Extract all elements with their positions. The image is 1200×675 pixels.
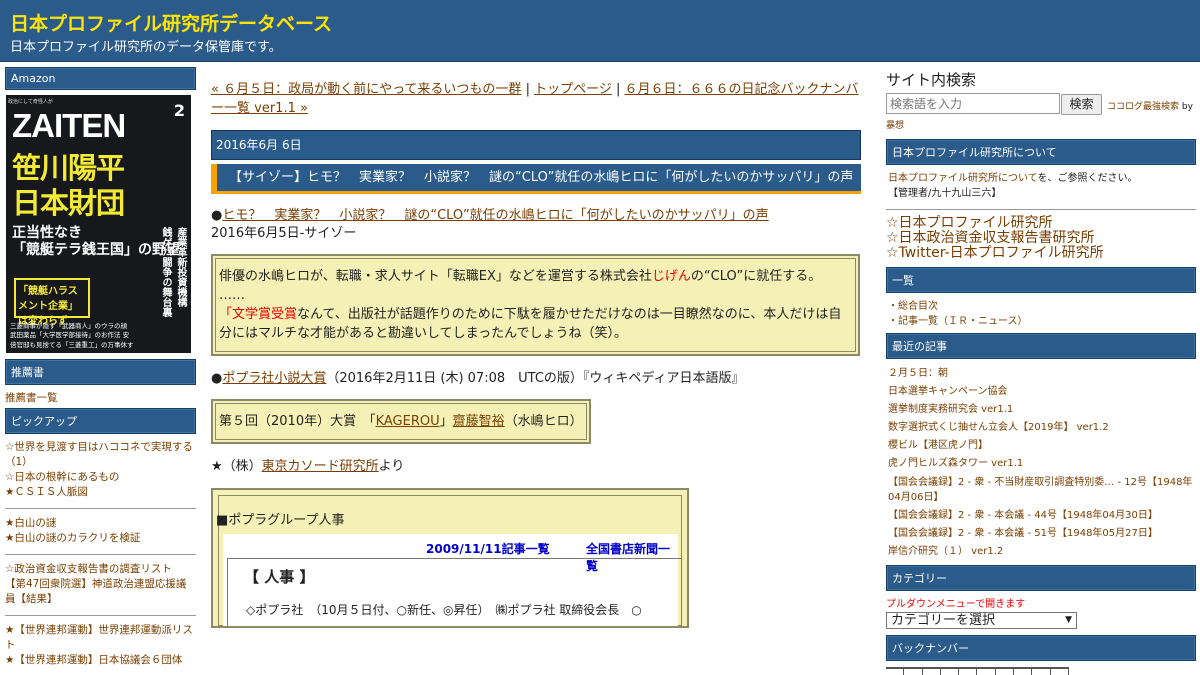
search-form: 検索 ココログ最強検索 by: [886, 93, 1196, 115]
pickup-list: ☆世界を見渡す目はハココネで実現する（1） ☆日本の根幹にあるもの ★ＣＳＩＳ人…: [5, 434, 196, 502]
list-item[interactable]: 岸信介研究（１） ver1.2: [888, 543, 1194, 561]
pickup-list-4: ★【世界連邦運動】世界連邦運動派リスト ★【世界連邦運動】日本協議会６団体: [5, 623, 196, 670]
list-item[interactable]: 【国会会議録】2 - 衆 - 本会議 - 44号【1948年04月30日】: [888, 507, 1194, 525]
backnumber-calendar: [886, 667, 1069, 675]
political-funds-link[interactable]: ☆日本政治資金収支報告書研究所: [886, 230, 1095, 246]
pickup-heading: ピックアップ: [5, 408, 196, 434]
top-page-link[interactable]: トップページ: [534, 82, 612, 97]
about-heading: 日本プロファイル研究所について: [886, 139, 1196, 165]
list-item[interactable]: 【国会会議録】2 - 衆 - 本会議 - 51号【1948年05月27日】: [888, 525, 1194, 543]
list-item[interactable]: ・記事一覧（ＩＲ・ニュース）: [888, 314, 1194, 329]
divider: [886, 209, 1196, 210]
backnumber-heading: バックナンバー: [886, 635, 1196, 661]
pickup-list-3: ☆政治資金収支報告書の調査リスト 【第47回衆院選】神道政治連盟応援議員【結果】: [5, 562, 196, 609]
article-source: 2016年6月5日-サイゾー: [211, 226, 357, 241]
source-line: ★（株）東京カソード研究所より: [211, 459, 405, 474]
wiki-link[interactable]: ポプラ社小説大賞: [222, 371, 326, 386]
kagerou-link[interactable]: KAGEROU: [376, 414, 440, 429]
search-credit-author[interactable]: 暴想: [886, 118, 1196, 131]
left-sidebar: Amazon 政治にして奇怪人が ZAITEN 2 笹川陽平 日本財団 正当性なき…: [5, 67, 196, 670]
divider: [5, 508, 196, 509]
list-item[interactable]: ★白山の謎のカラクリを検証: [5, 531, 196, 546]
article-list-link[interactable]: 2009/11/11記事一覧: [426, 540, 550, 557]
profile-lab-link[interactable]: ☆日本プロファイル研究所: [886, 215, 1053, 231]
list-item[interactable]: ★【世界連邦運動】世界連邦運動派リスト: [5, 623, 196, 653]
twitter-link[interactable]: ☆Twitter-日本プロファイル研究所: [886, 245, 1104, 261]
list-item[interactable]: ★白山の謎: [5, 516, 196, 531]
list-item[interactable]: 【国会会議録】2 - 衆 - 不当財産取引調査特別委… - 12号【1948年0…: [888, 473, 1194, 507]
site-title[interactable]: 日本プロファイル研究所データベース: [10, 9, 332, 36]
site-header: 日本プロファイル研究所データベース 日本プロファイル研究所のデータ保管庫です。: [0, 0, 1200, 62]
quote-block-2: 第５回（2010年）大賞 「KAGEROU」齋藤智裕（水嶋ヒロ）: [211, 399, 591, 444]
list-item[interactable]: 虎ノ門ヒルズ森タワー ver1.1: [888, 455, 1194, 473]
list-item[interactable]: ☆日本の根幹にあるもの: [5, 470, 196, 485]
category-select[interactable]: カテゴリーを選択 ▼: [886, 612, 1077, 629]
list-item[interactable]: 選挙制度実務研究会 ver1.1: [888, 401, 1194, 419]
external-links: ☆日本プロファイル研究所 ☆日本政治資金収支報告書研究所 ☆Twitter-日本…: [886, 216, 1196, 261]
prev-post-link[interactable]: « ６月５日：政局が動く前にやって来るいつもの一群: [211, 82, 521, 97]
list-item[interactable]: ★ＣＳＩＳ人脈図: [5, 485, 196, 500]
recent-list: ２月５日：朝 日本選挙キャンペーン協会 選挙制度実務研究会 ver1.1 数字選…: [886, 359, 1196, 565]
recommend-heading: 推薦書: [5, 359, 196, 385]
amazon-heading: Amazon: [5, 67, 196, 90]
search-credit-link[interactable]: ココログ最強検索: [1107, 102, 1179, 112]
ichiran-list: ・総合目次 ・記事一覧（ＩＲ・ニュース）: [886, 293, 1196, 333]
quote-block-1: 俳優の水嶋ヒロが、転職・求人サイト「転職EX」などを運営する株式会社じげんの“C…: [211, 254, 860, 356]
main-content: « ６月５日：政局が動く前にやって来るいつもの一群 | トップページ | ６月６…: [211, 80, 861, 628]
date-header: 2016年6月 6日: [211, 130, 861, 160]
list-item[interactable]: 櫻ビル【港区虎ノ門】: [888, 437, 1194, 455]
ichiran-heading: 一覧: [886, 267, 1196, 293]
list-item[interactable]: ・総合目次: [888, 299, 1194, 314]
list-item[interactable]: 数字選択式くじ抽せん立会人【2019年】 ver1.2: [888, 419, 1194, 437]
post-title: 【サイゾー】ヒモ？ 実業家？ 小説家？ 謎の“CLO”就任の水嶋ヒロに「何がした…: [211, 164, 861, 194]
category-heading: カテゴリー: [886, 565, 1196, 591]
about-text: 日本プロファイル研究所についてを、ご参照ください。 【管理者/九十九山三六】: [888, 173, 1138, 199]
pickup-list-2: ★白山の謎 ★白山の謎のカラクリを検証: [5, 516, 196, 548]
about-link[interactable]: 日本プロファイル研究所について: [888, 173, 1038, 184]
category-note: プルダウンメニューで開きます: [886, 599, 1026, 610]
recent-heading: 最近の記事: [886, 333, 1196, 359]
source-link[interactable]: 東京カソード研究所: [262, 459, 379, 474]
right-sidebar: サイト内検索 検索 ココログ最強検索 by 暴想 日本プロファイル研究所について…: [886, 69, 1196, 675]
list-item[interactable]: 推薦書一覧: [5, 391, 196, 406]
bullet-1: ●ヒモ？ 実業家？ 小説家？ 謎の“CLO”就任の水嶋ヒロに「何がしたいのかサッ…: [211, 208, 769, 241]
embedded-page: 2009/11/11記事一覧 全国書店新聞一覧 【 人事 】 ◇ポプラ社 （10…: [223, 534, 682, 626]
poplar-heading: ■ポプラグループ人事: [216, 513, 345, 528]
search-input[interactable]: [886, 93, 1060, 114]
list-item[interactable]: ★【世界連邦運動】日本協議会６団体: [5, 653, 196, 668]
site-description: 日本プロファイル研究所のデータ保管庫です。: [10, 40, 282, 55]
list-item[interactable]: ☆世界を見渡す目はハココネで実現する（1）: [5, 440, 196, 470]
article-link[interactable]: ヒモ？ 実業家？ 小説家？ 謎の“CLO”就任の水嶋ヒロに「何がしたいのかサッパ…: [222, 208, 768, 223]
author-link[interactable]: 齋藤智裕: [453, 414, 505, 429]
search-title: サイト内検索: [886, 71, 977, 89]
list-item[interactable]: 【第47回衆院選】神道政治連盟応援議員【結果】: [5, 577, 196, 607]
divider: [5, 554, 196, 555]
recommend-list: 推薦書一覧: [5, 385, 196, 408]
post-navigation: « ６月５日：政局が動く前にやって来るいつもの一群 | トップページ | ６月６…: [211, 82, 859, 116]
dropdown-arrow-icon: ▼: [1065, 615, 1072, 625]
divider: [5, 615, 196, 616]
book-cover-image[interactable]: 政治にして奇怪人が ZAITEN 2 笹川陽平 日本財団 正当性なき 「競艇テラ銭王…: [6, 95, 191, 353]
magazine-logo: ZAITEN: [12, 107, 126, 144]
quote-block-3: ■ポプラグループ人事 2009/11/11記事一覧 全国書店新聞一覧 【 人事 …: [211, 488, 689, 628]
list-item[interactable]: 日本選挙キャンペーン協会: [888, 383, 1194, 401]
list-item[interactable]: ２月５日：朝: [888, 365, 1194, 383]
bullet-2: ●ポプラ社小説大賞（2016年2月11日 (木) 07:08 UTCの版）『ウィ…: [211, 371, 745, 386]
list-item[interactable]: ☆政治資金収支報告書の調査リスト: [5, 562, 196, 577]
jinji-title: 【 人事 】: [244, 568, 315, 586]
search-button[interactable]: 検索: [1061, 94, 1102, 115]
jinji-line: ◇ポプラ社 （10月５日付、○新任、◎昇任） ㈱ポプラ社 取締役会長 ○: [246, 603, 642, 617]
